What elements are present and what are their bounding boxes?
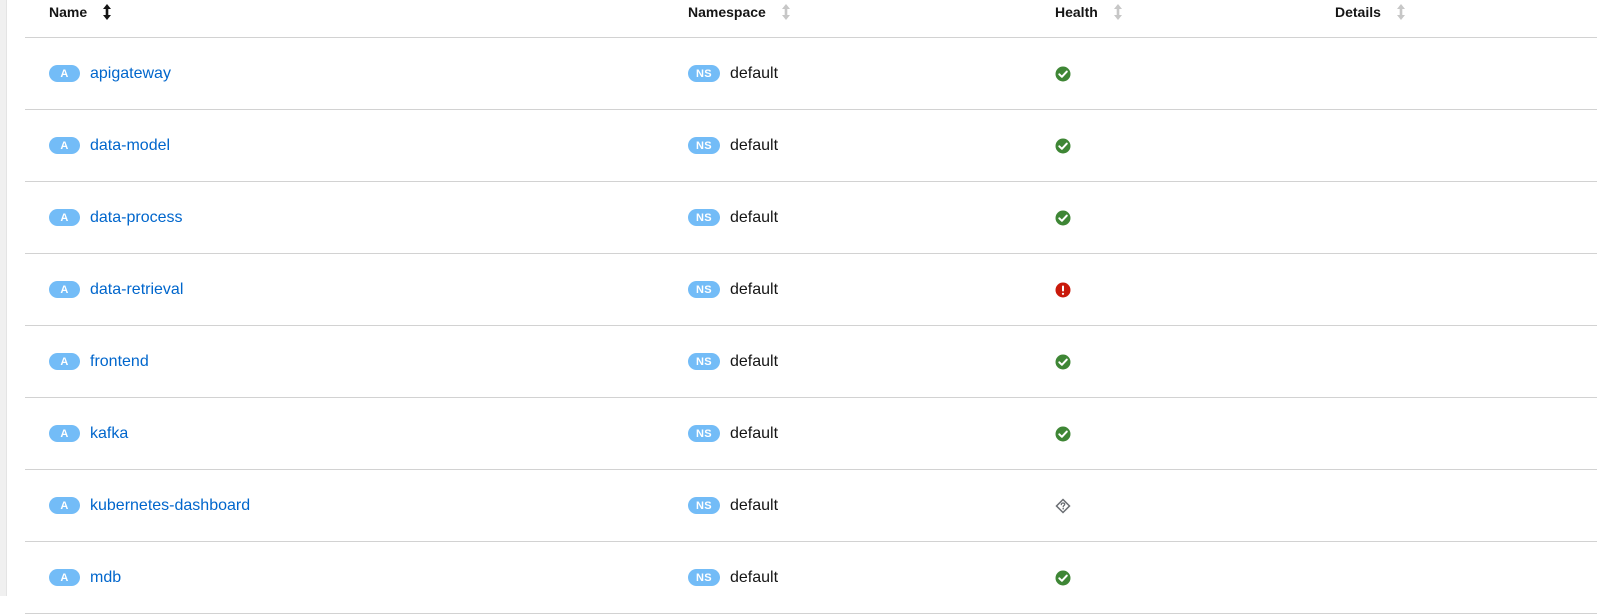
app-name-link[interactable]: kubernetes-dashboard	[90, 497, 250, 515]
namespace-text: default	[730, 352, 779, 370]
namespace-badge: NS	[688, 353, 720, 370]
namespace-text: default	[730, 208, 779, 226]
namespace-badge: NS	[688, 137, 720, 154]
app-name-link[interactable]: data-retrieval	[90, 281, 183, 299]
cell-health	[1055, 254, 1071, 325]
cell-name: Adata-retrieval	[49, 254, 183, 325]
namespace-badge: NS	[688, 497, 720, 514]
column-header-label: Health	[1055, 4, 1098, 20]
applications-table: Name Namespace Health Details Aapigatewa…	[25, 0, 1597, 614]
app-type-badge: A	[49, 425, 80, 442]
namespace-badge: NS	[688, 65, 720, 82]
table-row: Adata-model NS default	[25, 110, 1597, 182]
app-type-badge: A	[49, 497, 80, 514]
check-circle-icon[interactable]	[1055, 354, 1071, 370]
table-row: Adata-retrieval NS default	[25, 254, 1597, 326]
cell-name: Amdb	[49, 542, 121, 613]
table-header: Name Namespace Health Details	[25, 0, 1597, 38]
check-circle-icon[interactable]	[1055, 570, 1071, 586]
app-type-badge: A	[49, 353, 80, 370]
namespace-text: default	[730, 424, 779, 442]
namespace-badge: NS	[688, 209, 720, 226]
cell-namespace: NS default	[688, 398, 778, 469]
namespace-badge: NS	[688, 425, 720, 442]
namespace-badge: NS	[688, 569, 720, 586]
column-header-details[interactable]: Details	[1335, 3, 1407, 21]
sort-vertical-arrows-icon[interactable]	[780, 3, 792, 21]
cell-name: Adata-process	[49, 182, 183, 253]
cell-namespace: NS default	[688, 470, 778, 541]
cell-health	[1055, 38, 1071, 109]
cell-name: Aapigateway	[49, 38, 171, 109]
check-circle-icon[interactable]	[1055, 138, 1071, 154]
cell-health	[1055, 398, 1071, 469]
table-row: Aapigateway NS default	[25, 38, 1597, 110]
app-type-badge: A	[49, 137, 80, 154]
namespace-badge: NS	[688, 281, 720, 298]
app-type-badge: A	[49, 569, 80, 586]
app-type-badge: A	[49, 209, 80, 226]
cell-name: Akafka	[49, 398, 128, 469]
cell-health	[1055, 470, 1071, 541]
namespace-text: default	[730, 496, 779, 514]
cell-name: Adata-model	[49, 110, 170, 181]
left-rail	[0, 0, 7, 596]
cell-name: Akubernetes-dashboard	[49, 470, 250, 541]
cell-namespace: NS default	[688, 254, 778, 325]
app-type-badge: A	[49, 281, 80, 298]
sort-vertical-arrows-icon[interactable]	[101, 3, 113, 21]
check-circle-icon[interactable]	[1055, 426, 1071, 442]
question-diamond-icon[interactable]	[1055, 497, 1071, 514]
sort-vertical-arrows-icon[interactable]	[1395, 3, 1407, 21]
cell-health	[1055, 182, 1071, 253]
app-name-link[interactable]: data-process	[90, 209, 183, 227]
cell-namespace: NS default	[688, 326, 778, 397]
sort-vertical-arrows-icon[interactable]	[1112, 3, 1124, 21]
cell-namespace: NS default	[688, 542, 778, 613]
cell-name: Afrontend	[49, 326, 149, 397]
table-row: Akafka NS default	[25, 398, 1597, 470]
column-header-label: Namespace	[688, 4, 766, 20]
cell-health	[1055, 326, 1071, 397]
column-header-health[interactable]: Health	[1055, 3, 1124, 21]
app-name-link[interactable]: apigateway	[90, 65, 171, 83]
cell-namespace: NS default	[688, 110, 778, 181]
table-body: Aapigateway NS default Adata-model NS default…	[25, 38, 1597, 614]
app-type-badge: A	[49, 65, 80, 82]
table-row: Akubernetes-dashboard NS default	[25, 470, 1597, 542]
app-name-link[interactable]: kafka	[90, 425, 128, 443]
namespace-text: default	[730, 280, 779, 298]
cell-health	[1055, 542, 1071, 613]
cell-namespace: NS default	[688, 38, 778, 109]
cell-namespace: NS default	[688, 182, 778, 253]
check-circle-icon[interactable]	[1055, 210, 1071, 226]
cell-health	[1055, 110, 1071, 181]
table-row: Adata-process NS default	[25, 182, 1597, 254]
check-circle-icon[interactable]	[1055, 66, 1071, 82]
app-name-link[interactable]: frontend	[90, 353, 149, 371]
exclamation-circle-icon[interactable]	[1055, 282, 1071, 298]
app-name-link[interactable]: data-model	[90, 137, 170, 155]
namespace-text: default	[730, 64, 779, 82]
column-header-label: Name	[49, 4, 88, 20]
table-row: Afrontend NS default	[25, 326, 1597, 398]
column-header-label: Details	[1335, 4, 1381, 20]
column-header-name[interactable]: Name	[49, 3, 113, 21]
table-row: Amdb NS default	[25, 542, 1597, 614]
app-name-link[interactable]: mdb	[90, 569, 121, 587]
column-header-namespace[interactable]: Namespace	[688, 3, 792, 21]
namespace-text: default	[730, 568, 779, 586]
namespace-text: default	[730, 136, 779, 154]
